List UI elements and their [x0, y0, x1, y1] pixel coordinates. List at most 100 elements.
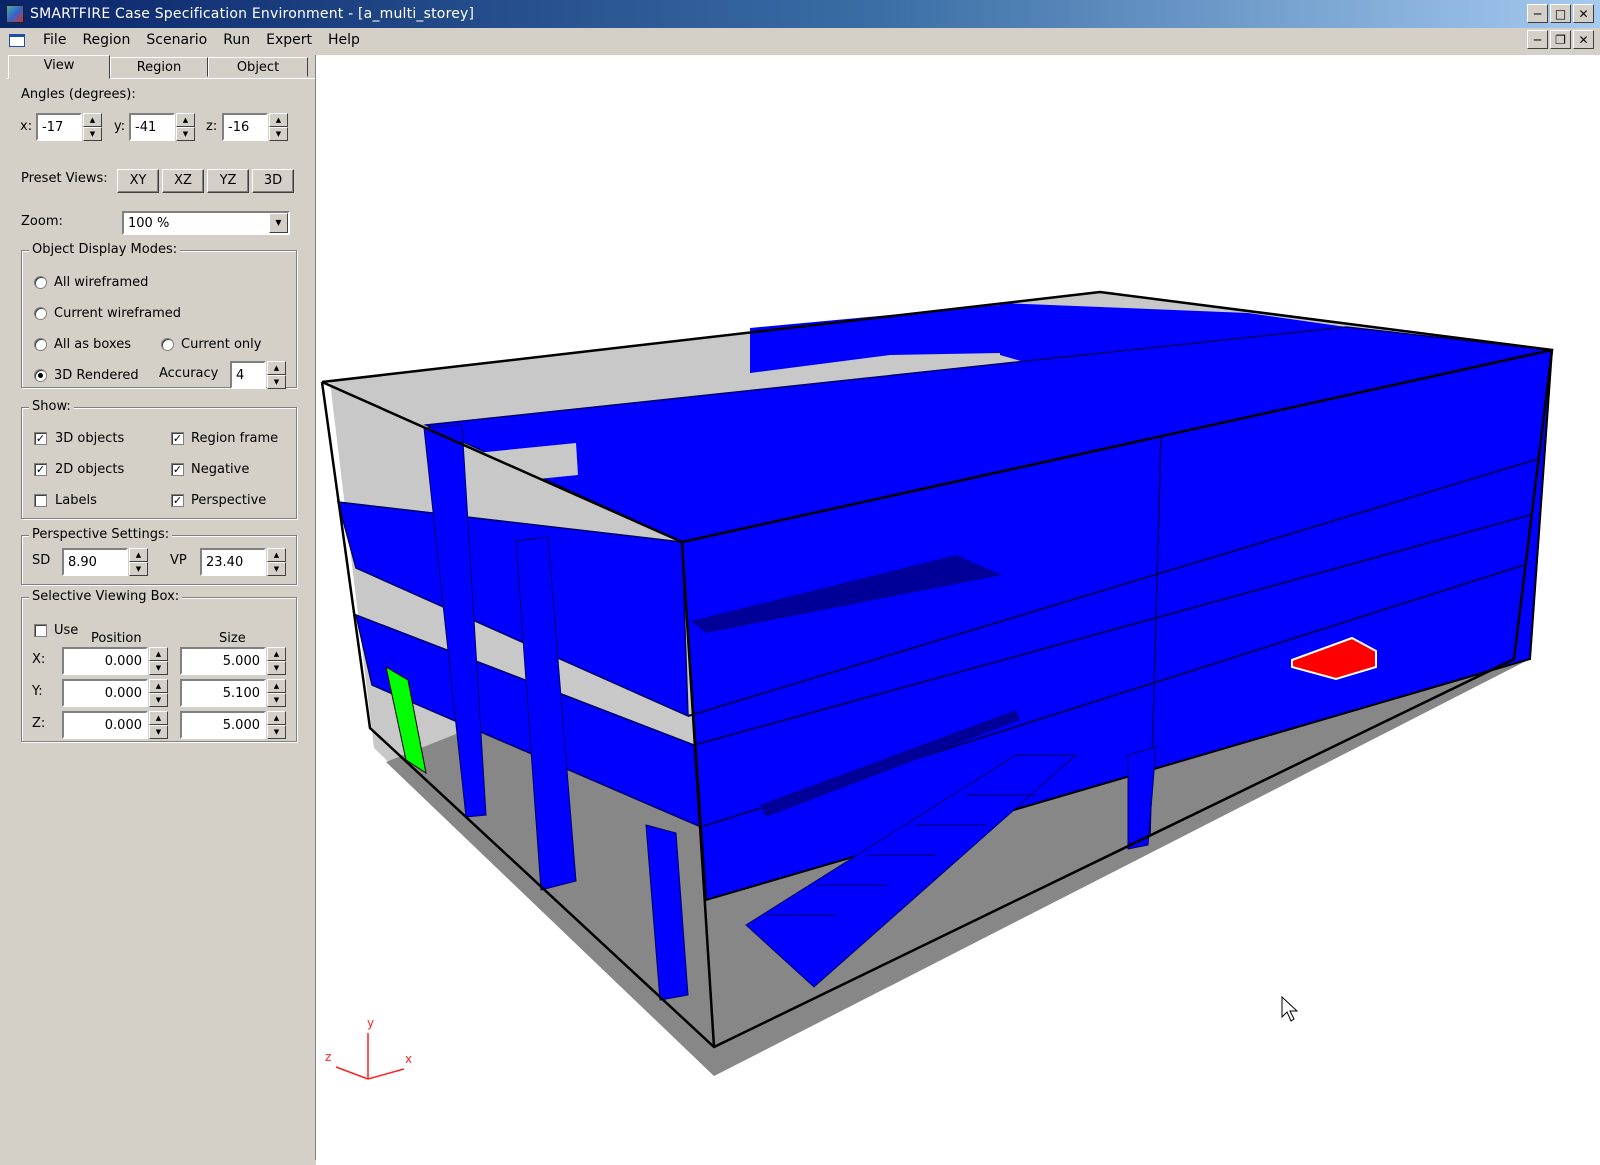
box-x-label: X: [32, 652, 46, 667]
display-modes-group: Object Display Modes: All wireframed Cur… [21, 242, 297, 389]
box-z-size-spinner: ▲ ▼ [180, 711, 287, 739]
box-z-size-up-icon[interactable]: ▲ [267, 711, 286, 725]
preset-yz-button[interactable]: YZ [207, 169, 249, 193]
all-as-boxes-label: All as boxes [54, 337, 131, 352]
preset-xz-button[interactable]: XZ [162, 169, 204, 193]
menu-expert[interactable]: Expert [258, 32, 320, 48]
box-x-position-spinner: ▲ ▼ [62, 647, 169, 675]
display-modes-title: Object Display Modes: [29, 242, 181, 257]
region-frame-checkbox[interactable]: ✓ [171, 432, 184, 445]
menu-region[interactable]: Region [74, 32, 138, 48]
axis-z-label: z [325, 1050, 331, 1064]
perspective-checkbox[interactable]: ✓ [171, 494, 184, 507]
preset-3d-button[interactable]: 3D [252, 169, 294, 193]
tab-view[interactable]: View [8, 55, 110, 79]
zoom-select[interactable]: 100 % ▼ [122, 211, 290, 235]
chevron-down-icon[interactable]: ▼ [269, 213, 288, 233]
menu-file[interactable]: File [35, 32, 74, 48]
sd-input[interactable] [62, 548, 128, 576]
3d-rendered-radio[interactable] [34, 369, 47, 382]
menu-help[interactable]: Help [320, 32, 368, 48]
negative-checkbox[interactable]: ✓ [171, 463, 184, 476]
box-x-position-down-icon[interactable]: ▼ [149, 661, 168, 675]
box-z-position-down-icon[interactable]: ▼ [149, 725, 168, 739]
minimize-icon[interactable]: ─ [1527, 4, 1548, 23]
selective-viewing-box-group: Selective Viewing Box: Use Position Size… [21, 589, 297, 742]
box-y-label: Y: [32, 684, 43, 699]
3d-objects-checkbox[interactable]: ✓ [34, 432, 47, 445]
box-y-position-down-icon[interactable]: ▼ [149, 693, 168, 707]
box-y-position-input[interactable] [62, 679, 148, 707]
angle-x-up-icon[interactable]: ▲ [83, 113, 102, 127]
axes-indicator: y x z [325, 1016, 412, 1080]
zoom-value: 100 % [128, 216, 170, 231]
angle-x-down-icon[interactable]: ▼ [83, 127, 102, 141]
angle-z-up-icon[interactable]: ▲ [269, 113, 288, 127]
use-checkbox[interactable] [34, 624, 47, 637]
accuracy-label: Accuracy [159, 366, 219, 381]
box-z-size-down-icon[interactable]: ▼ [267, 725, 286, 739]
2d-objects-checkbox[interactable]: ✓ [34, 463, 47, 476]
close-icon[interactable]: ✕ [1573, 4, 1594, 23]
sd-up-icon[interactable]: ▲ [129, 548, 148, 562]
use-label: Use [54, 623, 79, 638]
accuracy-input[interactable] [230, 361, 266, 389]
box-z-position-input[interactable] [62, 711, 148, 739]
maximize-icon[interactable]: □ [1550, 4, 1571, 23]
document-icon[interactable] [9, 33, 25, 47]
vp-down-icon[interactable]: ▼ [267, 562, 286, 576]
box-x-size-spinner: ▲ ▼ [180, 647, 287, 675]
angle-z-input[interactable] [222, 113, 268, 141]
current-wireframed-label: Current wireframed [54, 306, 182, 321]
preset-xy-button[interactable]: XY [117, 169, 159, 193]
box-y-size-up-icon[interactable]: ▲ [267, 679, 286, 693]
doc-restore-icon[interactable]: ❐ [1550, 30, 1571, 49]
document-window-controls: ─ ❐ ✕ [1527, 30, 1594, 49]
3d-viewport[interactable]: y x z [316, 55, 1600, 1165]
box-z-size-input[interactable] [180, 711, 266, 739]
building-model: y x z [320, 290, 1554, 1080]
box-z-position-up-icon[interactable]: ▲ [149, 711, 168, 725]
tab-region[interactable]: Region [110, 57, 208, 77]
upper-wall-segment-2 [890, 305, 1000, 355]
box-x-position-input[interactable] [62, 647, 148, 675]
current-wireframed-radio[interactable] [34, 307, 47, 320]
box-y-size-input[interactable] [180, 679, 266, 707]
angle-y-up-icon[interactable]: ▲ [176, 113, 195, 127]
angle-y-input[interactable] [129, 113, 175, 141]
window-controls: ─ □ ✕ [1527, 4, 1594, 23]
box-x-size-down-icon[interactable]: ▼ [267, 661, 286, 675]
sd-down-icon[interactable]: ▼ [129, 562, 148, 576]
menu-scenario[interactable]: Scenario [138, 32, 215, 48]
all-wireframed-radio[interactable] [34, 276, 47, 289]
box-y-size-down-icon[interactable]: ▼ [267, 693, 286, 707]
box-x-size-input[interactable] [180, 647, 266, 675]
menu-bar: File Region Scenario Run Expert Help [0, 28, 1600, 52]
all-as-boxes-radio[interactable] [34, 338, 47, 351]
tab-object[interactable]: Object [208, 57, 308, 77]
current-only-label: Current only [181, 337, 262, 352]
box-x-size-up-icon[interactable]: ▲ [267, 647, 286, 661]
vp-input[interactable] [200, 548, 266, 576]
perspective-settings-title: Perspective Settings: [29, 527, 173, 542]
angle-z-down-icon[interactable]: ▼ [269, 127, 288, 141]
angle-y-label: y: [114, 119, 126, 134]
vp-up-icon[interactable]: ▲ [267, 548, 286, 562]
current-only-radio[interactable] [161, 338, 174, 351]
accuracy-up-icon[interactable]: ▲ [267, 361, 286, 375]
window-title: SMARTFIRE Case Specification Environment… [30, 6, 475, 22]
sd-label: SD [32, 553, 51, 568]
angle-x-input[interactable] [36, 113, 82, 141]
box-y-position-up-icon[interactable]: ▲ [149, 679, 168, 693]
angle-y-down-icon[interactable]: ▼ [176, 127, 195, 141]
labels-checkbox[interactable] [34, 494, 47, 507]
vp-spinner: ▲ ▼ [200, 548, 287, 576]
box-x-position-up-icon[interactable]: ▲ [149, 647, 168, 661]
selective-viewing-box-title: Selective Viewing Box: [29, 589, 183, 604]
accuracy-spinner: ▲ ▼ [230, 361, 288, 389]
size-header: Size [219, 631, 246, 646]
doc-minimize-icon[interactable]: ─ [1527, 30, 1548, 49]
doc-close-icon[interactable]: ✕ [1573, 30, 1594, 49]
accuracy-down-icon[interactable]: ▼ [267, 375, 286, 389]
menu-run[interactable]: Run [215, 32, 258, 48]
